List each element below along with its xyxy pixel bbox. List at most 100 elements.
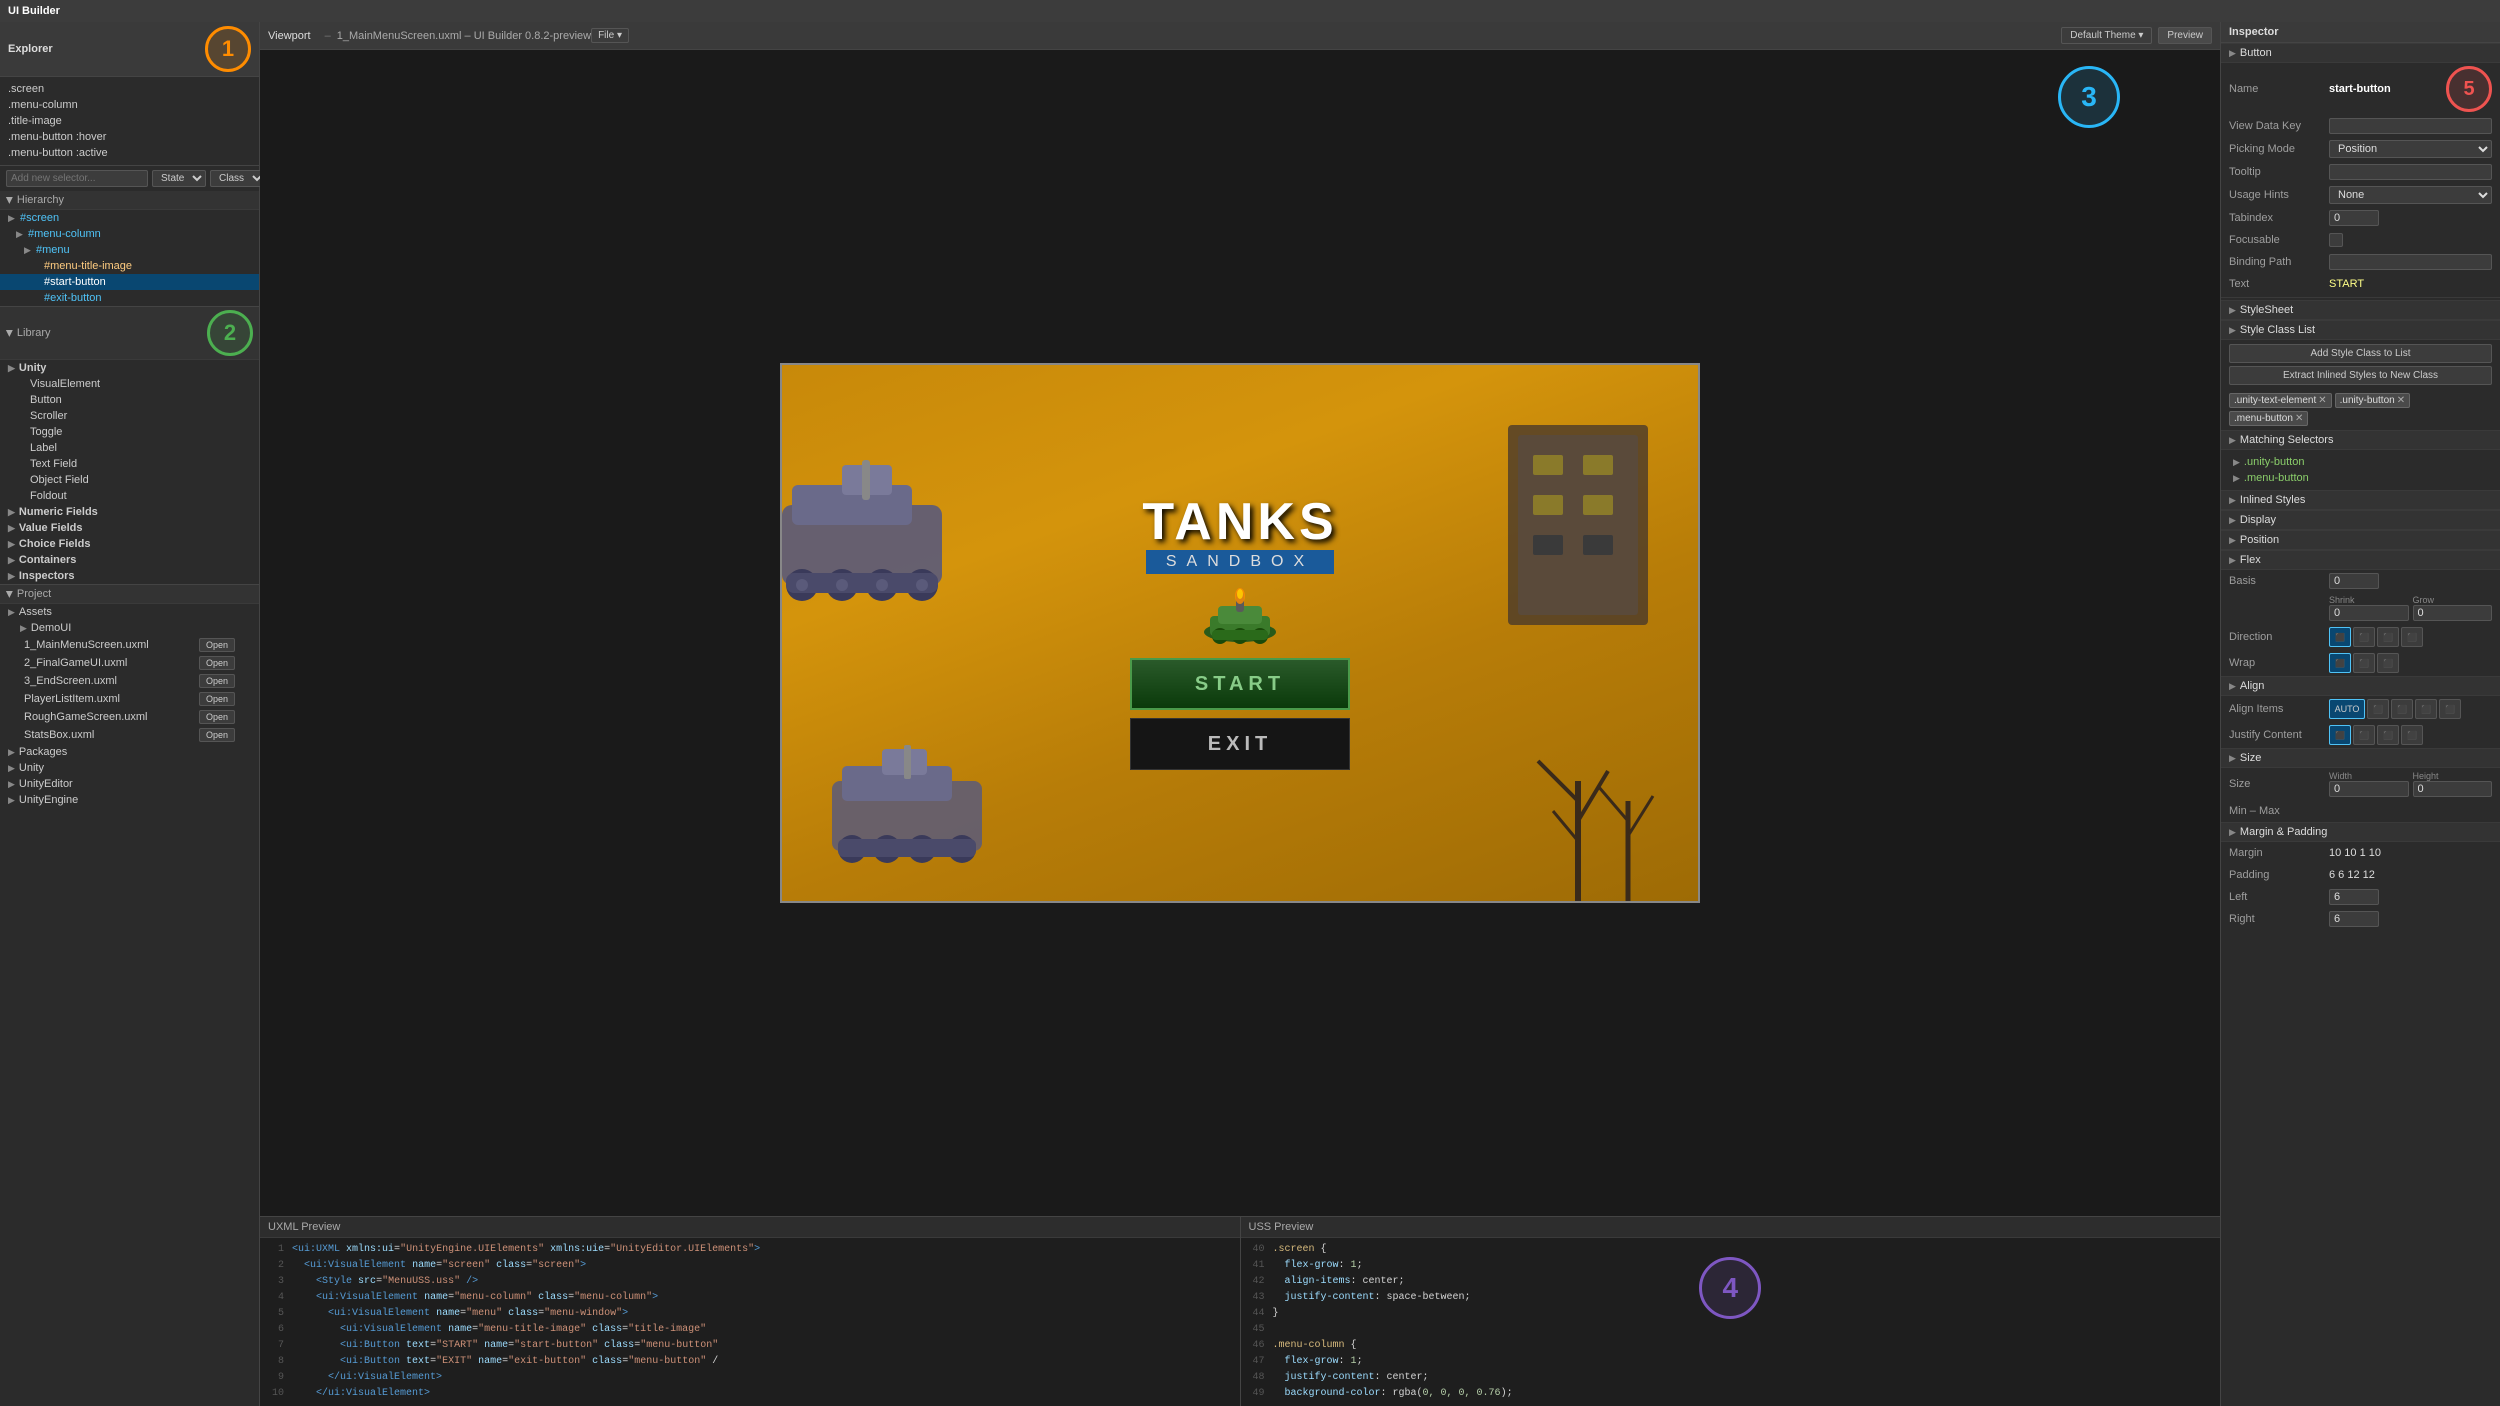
tree-menu-column[interactable]: ▶ #menu-column [0, 226, 259, 242]
focusable-checkbox[interactable] [2329, 233, 2343, 247]
start-button[interactable]: START [1130, 658, 1350, 710]
class-dropdown[interactable]: Class [210, 170, 266, 187]
justify-btn-3[interactable]: ⬛ [2377, 725, 2399, 745]
shrink-input[interactable] [2329, 605, 2409, 621]
wrap-btn-3[interactable]: ⬛ [2377, 653, 2399, 673]
hierarchy-header[interactable]: ▶ Hierarchy [0, 191, 259, 210]
proj-packages[interactable]: ▶Packages [0, 744, 259, 760]
library-header[interactable]: ▶ Library 2 [0, 307, 259, 360]
selector-title-image[interactable]: .title-image [0, 113, 259, 129]
align-items-2[interactable]: ⬛ [2391, 699, 2413, 719]
proj-unity-editor[interactable]: ▶UnityEditor [0, 776, 259, 792]
style-class-list-header[interactable]: ▶ Style Class List [2221, 320, 2500, 340]
lib-category-choice[interactable]: ▶Choice Fields [0, 536, 259, 552]
lib-category-numeric[interactable]: ▶Numeric Fields [0, 504, 259, 520]
lib-category-containers[interactable]: ▶Containers [0, 552, 259, 568]
open-main-btn[interactable]: Open [199, 638, 235, 652]
align-header[interactable]: ▶ Align [2221, 676, 2500, 696]
view-data-key-input[interactable] [2329, 118, 2492, 134]
extract-styles-btn[interactable]: Extract Inlined Styles to New Class [2229, 366, 2492, 385]
tree-screen[interactable]: ▶ #screen [0, 210, 259, 226]
flex-basis-input[interactable] [2329, 573, 2379, 589]
dir-btn-4[interactable]: ⬛ [2401, 627, 2423, 647]
proj-file-end[interactable]: 3_EndScreen.uxml Open [0, 672, 259, 690]
tree-exit-button[interactable]: ▶ #exit-button [0, 290, 259, 306]
remove-unity-button[interactable]: ✕ [2397, 395, 2405, 406]
add-selector-input[interactable] [6, 170, 148, 187]
position-header[interactable]: ▶ Position [2221, 530, 2500, 550]
left-input[interactable] [2329, 889, 2379, 905]
lib-item-scroller[interactable]: ▶Scroller [0, 408, 259, 424]
lib-item-object-field[interactable]: ▶Object Field [0, 472, 259, 488]
lib-item-toggle[interactable]: ▶Toggle [0, 424, 259, 440]
tooltip-input[interactable] [2329, 164, 2492, 180]
align-items-1[interactable]: ⬛ [2367, 699, 2389, 719]
add-style-class-btn[interactable]: Add Style Class to List [2229, 344, 2492, 363]
theme-btn[interactable]: Default Theme ▾ [2061, 27, 2152, 44]
button-section-header[interactable]: ▶ Button [2221, 43, 2500, 63]
inlined-styles-header[interactable]: ▶ Inlined Styles [2221, 490, 2500, 510]
picking-mode-select[interactable]: Position [2329, 140, 2492, 158]
width-input[interactable] [2329, 781, 2409, 797]
project-header[interactable]: ▶ Project [0, 585, 259, 604]
state-dropdown[interactable]: State [152, 170, 206, 187]
preview-btn[interactable]: Preview [2158, 27, 2212, 44]
lib-item-text-field[interactable]: ▶Text Field [0, 456, 259, 472]
open-stats-btn[interactable]: Open [199, 728, 235, 742]
justify-btn-1[interactable]: ⬛ [2329, 725, 2351, 745]
open-rough-btn[interactable]: Open [199, 710, 235, 724]
display-header[interactable]: ▶ Display [2221, 510, 2500, 530]
wrap-btn-1[interactable]: ⬛ [2329, 653, 2351, 673]
proj-file-game[interactable]: 2_FinalGameUI.uxml Open [0, 654, 259, 672]
selector-menu-column[interactable]: .menu-column [0, 97, 259, 113]
open-player-btn[interactable]: Open [199, 692, 235, 706]
tree-menu[interactable]: ▶ #menu [0, 242, 259, 258]
lib-item-button[interactable]: ▶Button [0, 392, 259, 408]
file-menu-btn[interactable]: File ▾ [591, 28, 629, 43]
lib-category-value[interactable]: ▶Value Fields [0, 520, 259, 536]
tree-menu-title-image[interactable]: ▶ #menu-title-image [0, 258, 259, 274]
usage-hints-select[interactable]: None [2329, 186, 2492, 204]
proj-unity-engine[interactable]: ▶UnityEngine [0, 792, 259, 808]
lib-category-unity[interactable]: ▶ Unity [0, 360, 259, 376]
selector-menu-button-hover[interactable]: .menu-button :hover [0, 129, 259, 145]
justify-btn-4[interactable]: ⬛ [2401, 725, 2423, 745]
proj-file-rough[interactable]: RoughGameScreen.uxml Open [0, 708, 259, 726]
selector-item-menu-button[interactable]: ▶ .menu-button [2229, 470, 2492, 486]
align-items-4[interactable]: ⬛ [2439, 699, 2461, 719]
open-game-btn[interactable]: Open [199, 656, 235, 670]
tree-start-button[interactable]: ▶ #start-button [0, 274, 259, 290]
matching-selectors-header[interactable]: ▶ Matching Selectors [2221, 430, 2500, 450]
lib-item-foldout[interactable]: ▶Foldout [0, 488, 259, 504]
lib-item-label[interactable]: ▶Label [0, 440, 259, 456]
dir-btn-2[interactable]: ⬛ [2353, 627, 2375, 647]
remove-unity-text[interactable]: ✕ [2318, 395, 2326, 406]
selector-item-unity-button[interactable]: ▶ .unity-button [2229, 454, 2492, 470]
selector-menu-button-active[interactable]: .menu-button :active [0, 145, 259, 161]
selector-screen[interactable]: .screen [0, 81, 259, 97]
remove-menu-button[interactable]: ✕ [2295, 413, 2303, 424]
dir-btn-3[interactable]: ⬛ [2377, 627, 2399, 647]
proj-assets[interactable]: ▶Assets [0, 604, 259, 620]
proj-file-main[interactable]: 1_MainMenuScreen.uxml Open [0, 636, 259, 654]
justify-btn-2[interactable]: ⬛ [2353, 725, 2375, 745]
right-input[interactable] [2329, 911, 2379, 927]
proj-file-player[interactable]: PlayerListItem.uxml Open [0, 690, 259, 708]
lib-item-visual-element[interactable]: ▶VisualElement [0, 376, 259, 392]
align-items-3[interactable]: ⬛ [2415, 699, 2437, 719]
binding-path-input[interactable] [2329, 254, 2492, 270]
size-header[interactable]: ▶ Size [2221, 748, 2500, 768]
tabindex-input[interactable] [2329, 210, 2379, 226]
flex-header[interactable]: ▶ Flex [2221, 550, 2500, 570]
grow-input[interactable] [2413, 605, 2493, 621]
proj-file-stats[interactable]: StatsBox.uxml Open [0, 726, 259, 744]
lib-category-inspectors[interactable]: ▶Inspectors [0, 568, 259, 584]
margin-padding-header[interactable]: ▶ Margin & Padding [2221, 822, 2500, 842]
height-input[interactable] [2413, 781, 2493, 797]
wrap-btn-2[interactable]: ⬛ [2353, 653, 2375, 673]
proj-demo-ui[interactable]: ▶DemoUI [0, 620, 259, 636]
proj-unity[interactable]: ▶Unity [0, 760, 259, 776]
align-items-auto[interactable]: AUTO [2329, 699, 2365, 719]
open-end-btn[interactable]: Open [199, 674, 235, 688]
stylesheet-header[interactable]: ▶ StyleSheet [2221, 300, 2500, 320]
